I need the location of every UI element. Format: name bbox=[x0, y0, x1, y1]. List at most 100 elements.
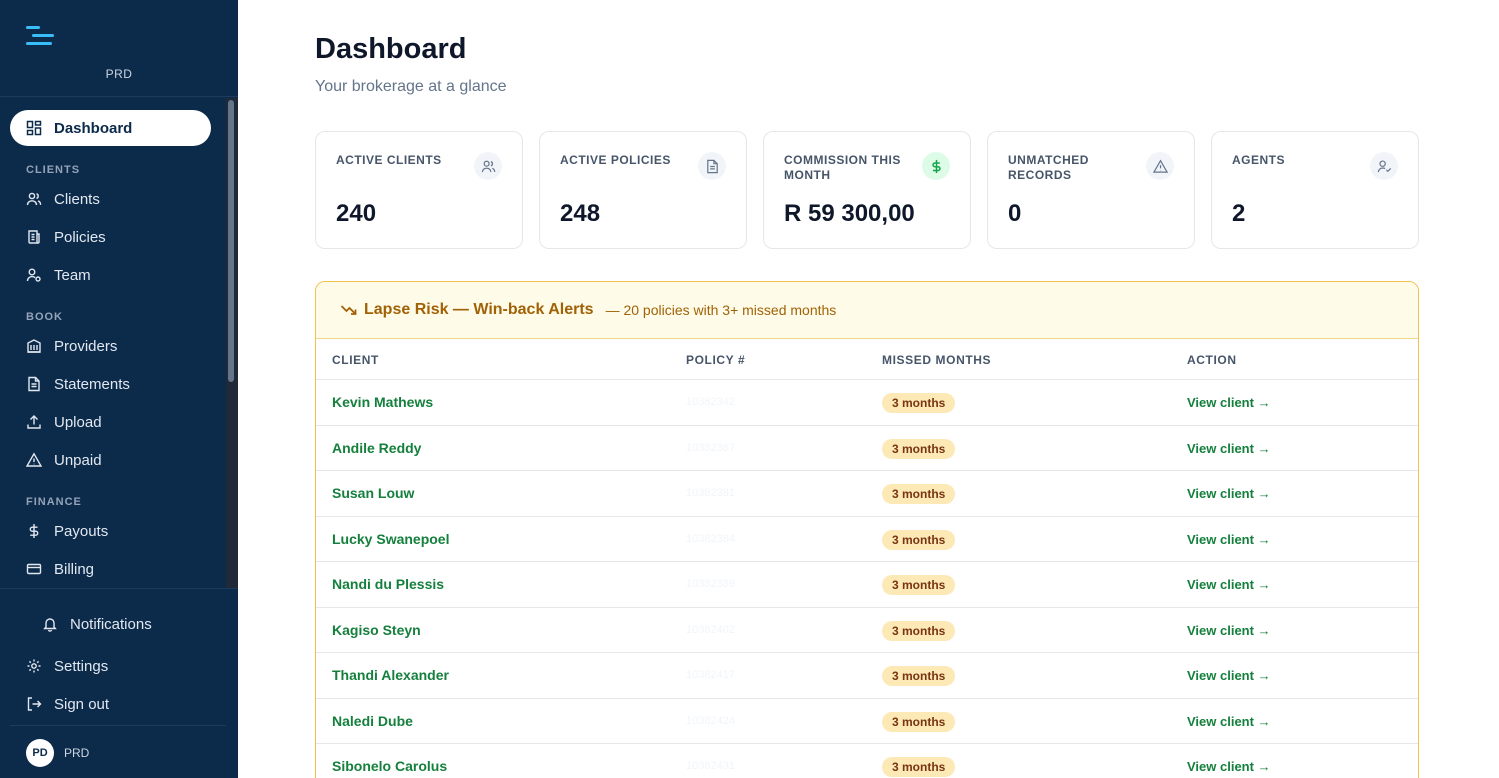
bell-icon bbox=[43, 618, 57, 632]
sidebar-item-dashboard[interactable]: Dashboard bbox=[10, 110, 211, 146]
dollar-icon bbox=[29, 524, 39, 538]
upload-icon bbox=[27, 415, 41, 429]
missed-badge: 3 months bbox=[882, 393, 956, 413]
view-client-link[interactable]: View client → bbox=[1187, 668, 1271, 683]
sidebar-scrollbar[interactable] bbox=[228, 100, 234, 382]
client-link[interactable]: Naledi Dube bbox=[332, 713, 413, 729]
users-icon bbox=[474, 152, 502, 180]
alert-title: Lapse Risk — Win-back Alerts bbox=[364, 301, 594, 318]
sidebar-item-label: Policies bbox=[54, 228, 106, 246]
users-icon bbox=[26, 192, 42, 206]
sidebar-item-upload[interactable]: Upload bbox=[10, 404, 211, 440]
avatar: PD bbox=[26, 738, 54, 767]
stat-card-commission: COMMISSION THIS MONTH R 59 300,00 bbox=[763, 131, 971, 249]
signout-button[interactable]: Sign out bbox=[10, 686, 211, 722]
page-subtitle: Your brokerage at a glance bbox=[315, 78, 507, 95]
logo-icon[interactable] bbox=[26, 26, 54, 46]
stat-value: 248 bbox=[560, 200, 601, 227]
sidebar-item-policies[interactable]: Policies bbox=[10, 219, 211, 255]
view-client-link[interactable]: View client → bbox=[1187, 532, 1271, 547]
missed-badge: 3 months bbox=[882, 484, 956, 504]
main-content: Dashboard Your brokerage at a glance ACT… bbox=[238, 0, 1499, 778]
view-client-link[interactable]: View client → bbox=[1187, 759, 1271, 774]
view-client-link[interactable]: View client → bbox=[1187, 714, 1271, 729]
column-client[interactable]: CLIENT bbox=[332, 353, 379, 367]
view-client-link[interactable]: View client → bbox=[1187, 486, 1271, 501]
client-link[interactable]: Kevin Mathews bbox=[332, 394, 433, 410]
client-link[interactable]: Nandi du Plessis bbox=[332, 576, 444, 592]
sidebar-item-label: Providers bbox=[54, 337, 118, 355]
team-icon bbox=[26, 268, 41, 282]
client-link[interactable]: Susan Louw bbox=[332, 485, 414, 501]
policy-number: 10382431 bbox=[686, 760, 735, 772]
table-row: Andile Reddy 10382367 3 months View clie… bbox=[316, 426, 1418, 471]
dollar-icon bbox=[922, 152, 950, 180]
sidebar-item-statements[interactable]: Statements bbox=[10, 366, 211, 402]
stat-card-active-policies: ACTIVE POLICIES 248 bbox=[539, 131, 747, 249]
stat-card-agents: AGENTS 2 bbox=[1211, 131, 1419, 249]
user-profile[interactable]: PD PRD bbox=[10, 725, 226, 778]
policy-number: 10382342 bbox=[686, 396, 735, 408]
missed-badge: 3 months bbox=[882, 620, 956, 641]
sidebar: PRD Dashboard CLIENTS Clients Policies T… bbox=[0, 0, 238, 778]
missed-badge: 3 months bbox=[882, 666, 956, 686]
sidebar-item-unpaid[interactable]: Unpaid bbox=[10, 442, 211, 478]
table-row: Lucky Swanepoel 10382384 3 months View c… bbox=[316, 517, 1418, 562]
client-link[interactable]: Sibonelo Carolus bbox=[332, 758, 447, 774]
client-link[interactable]: Lucky Swanepoel bbox=[332, 531, 449, 547]
sidebar-item-providers[interactable]: Providers bbox=[10, 328, 211, 364]
alert-header: Lapse Risk — Win-back Alerts — 20 polici… bbox=[316, 282, 1418, 339]
alert-subtitle: — 20 policies with 3+ missed months bbox=[605, 302, 837, 318]
column-missed-months[interactable]: MISSED MONTHS bbox=[882, 353, 991, 367]
sidebar-item-billing[interactable]: Billing bbox=[10, 551, 211, 587]
stat-label: ACTIVE CLIENTS bbox=[336, 153, 442, 167]
section-book: BOOK bbox=[26, 311, 63, 323]
sidebar-item-label: Clients bbox=[54, 190, 100, 208]
user-check-icon bbox=[1370, 152, 1398, 180]
signout-label: Sign out bbox=[54, 695, 110, 713]
client-link[interactable]: Thandi Alexander bbox=[332, 667, 449, 683]
sidebar-item-label: Payouts bbox=[54, 522, 109, 540]
missed-badge: 3 months bbox=[882, 529, 956, 550]
policy-number: 10382402 bbox=[686, 623, 735, 636]
org-name: PRD bbox=[105, 67, 133, 81]
dashboard-icon bbox=[26, 120, 42, 136]
stat-value: 2 bbox=[1232, 200, 1246, 227]
sidebar-item-payouts[interactable]: Payouts bbox=[10, 513, 211, 549]
sidebar-header: PRD bbox=[0, 0, 238, 97]
building-icon bbox=[27, 339, 41, 353]
sidebar-item-label: Statements bbox=[54, 375, 130, 393]
stat-label: ACTIVE POLICIES bbox=[560, 153, 671, 167]
view-client-link[interactable]: View client → bbox=[1187, 577, 1271, 592]
policy-number: 10382389 bbox=[686, 578, 735, 590]
view-client-link[interactable]: View client → bbox=[1187, 441, 1271, 456]
policy-number: 10382417 bbox=[686, 669, 735, 681]
table-row: Kevin Mathews 10382342 3 months View cli… bbox=[316, 380, 1418, 426]
sidebar-item-clients[interactable]: Clients bbox=[10, 181, 211, 217]
settings-label: Settings bbox=[54, 657, 109, 675]
column-action: ACTION bbox=[1187, 353, 1237, 367]
sidebar-item-team[interactable]: Team bbox=[10, 257, 211, 293]
policy-number: 10382424 bbox=[686, 714, 735, 727]
missed-badge: 3 months bbox=[882, 757, 956, 777]
view-client-link[interactable]: View client → bbox=[1187, 623, 1271, 638]
sidebar-item-label: Billing bbox=[54, 560, 95, 578]
view-client-link[interactable]: View client → bbox=[1187, 395, 1271, 410]
table-row: Naledi Dube 10382424 3 months View clien… bbox=[316, 699, 1418, 744]
settings-button[interactable]: Settings bbox=[10, 648, 211, 684]
table-header: CLIENT POLICY # MISSED MONTHS ACTION bbox=[316, 339, 1418, 380]
sidebar-nav: Dashboard CLIENTS Clients Policies Team … bbox=[0, 98, 226, 588]
logout-icon bbox=[27, 697, 42, 711]
document-icon bbox=[698, 152, 726, 180]
client-link[interactable]: Kagiso Steyn bbox=[332, 622, 421, 638]
notifications-button[interactable]: Notifications bbox=[10, 606, 211, 642]
table-row: Thandi Alexander 10382417 3 months View … bbox=[316, 653, 1418, 699]
stat-label: AGENTS bbox=[1232, 153, 1286, 167]
stat-label: UNMATCHED RECORDS bbox=[1008, 153, 1089, 182]
column-policy[interactable]: POLICY # bbox=[686, 353, 745, 367]
policy-number: 10382384 bbox=[686, 532, 735, 545]
client-link[interactable]: Andile Reddy bbox=[332, 440, 421, 456]
card-icon bbox=[26, 563, 42, 575]
stat-value: 0 bbox=[1008, 200, 1022, 227]
missed-badge: 3 months bbox=[882, 711, 956, 732]
